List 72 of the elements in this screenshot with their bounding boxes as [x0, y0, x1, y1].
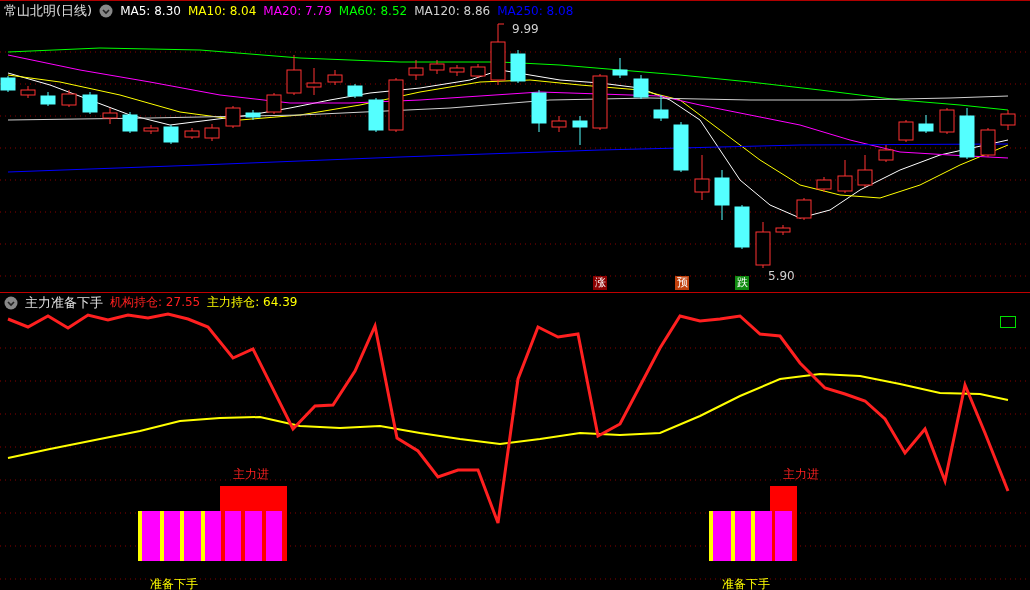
candlestick — [368, 97, 384, 133]
candlestick — [694, 154, 710, 201]
candlestick — [878, 144, 894, 163]
signal-badge: 涨 — [593, 276, 607, 290]
candlestick — [225, 105, 241, 129]
candlestick — [204, 123, 220, 142]
leader-line — [497, 23, 505, 31]
candlestick — [20, 85, 36, 99]
indicator-reading: 机构持仓: 27.55 — [110, 294, 201, 311]
chevron-down-icon[interactable] — [99, 3, 114, 18]
candlestick — [347, 83, 363, 99]
candlestick — [898, 119, 914, 143]
candlestick — [612, 57, 628, 79]
candlestick — [755, 221, 771, 269]
candlestick — [572, 115, 588, 146]
candlestick — [551, 115, 567, 133]
candlestick — [449, 64, 465, 77]
candlestick — [633, 74, 649, 100]
candlestick — [82, 91, 98, 115]
candlestick — [531, 89, 547, 133]
candlestick — [510, 49, 526, 84]
moving-average-label: MA10: 8.04 — [187, 3, 257, 18]
candlestick — [40, 91, 56, 107]
candlestick — [388, 77, 404, 133]
candlestick — [796, 197, 812, 221]
candlestick — [286, 54, 302, 96]
candlestick — [980, 127, 996, 158]
candlestick — [122, 111, 138, 134]
candlestick — [408, 59, 424, 81]
candlestick — [857, 154, 873, 188]
moving-average-label: MA20: 7.79 — [263, 3, 332, 18]
candlestick — [327, 69, 343, 86]
moving-average-label: MA250: 8.08 — [497, 3, 574, 18]
stock-title: 常山北明(日线) — [4, 1, 93, 20]
moving-average-label: MA120: 8.86 — [414, 3, 491, 18]
signal-badge: 跌 — [735, 276, 749, 290]
price-label: 9.99 — [512, 22, 539, 36]
signal-label: 主力进 — [233, 466, 269, 483]
candlestick — [0, 75, 16, 93]
moving-average-label: MA5: 8.30 — [120, 3, 181, 18]
signal-badge: 预 — [675, 276, 689, 290]
candlestick — [102, 107, 118, 125]
candlestick — [734, 204, 750, 250]
candlestick — [1000, 109, 1016, 131]
signal-label: 准备下手 — [150, 576, 198, 590]
candlestick — [306, 67, 322, 96]
candlestick — [245, 109, 261, 121]
signal-label: 主力进 — [783, 466, 819, 483]
candlestick — [918, 114, 934, 134]
candlestick — [592, 73, 608, 131]
candlestick — [61, 89, 77, 108]
rectangle-icon[interactable] — [1000, 316, 1016, 328]
indicator-title: 主力准备下手 — [25, 293, 103, 312]
candlestick — [775, 224, 791, 236]
candlestick — [816, 176, 832, 193]
candlestick — [470, 63, 486, 79]
candlestick — [714, 169, 730, 221]
candlestick — [653, 94, 669, 122]
candlestick — [163, 124, 179, 145]
indicator-reading: 主力持仓: 64.39 — [207, 294, 298, 311]
candlestick — [429, 59, 445, 75]
chevron-down-icon[interactable] — [4, 295, 18, 310]
price-label: 5.90 — [768, 269, 795, 283]
signal-label: 准备下手 — [722, 576, 770, 590]
candlestick — [837, 159, 853, 194]
candlestick — [939, 107, 955, 135]
candlestick — [490, 29, 506, 86]
candlestick — [673, 121, 689, 173]
candlestick — [266, 92, 282, 115]
candlestick — [959, 107, 975, 160]
candlestick — [184, 127, 200, 140]
moving-average-label: MA60: 8.52 — [338, 3, 408, 18]
